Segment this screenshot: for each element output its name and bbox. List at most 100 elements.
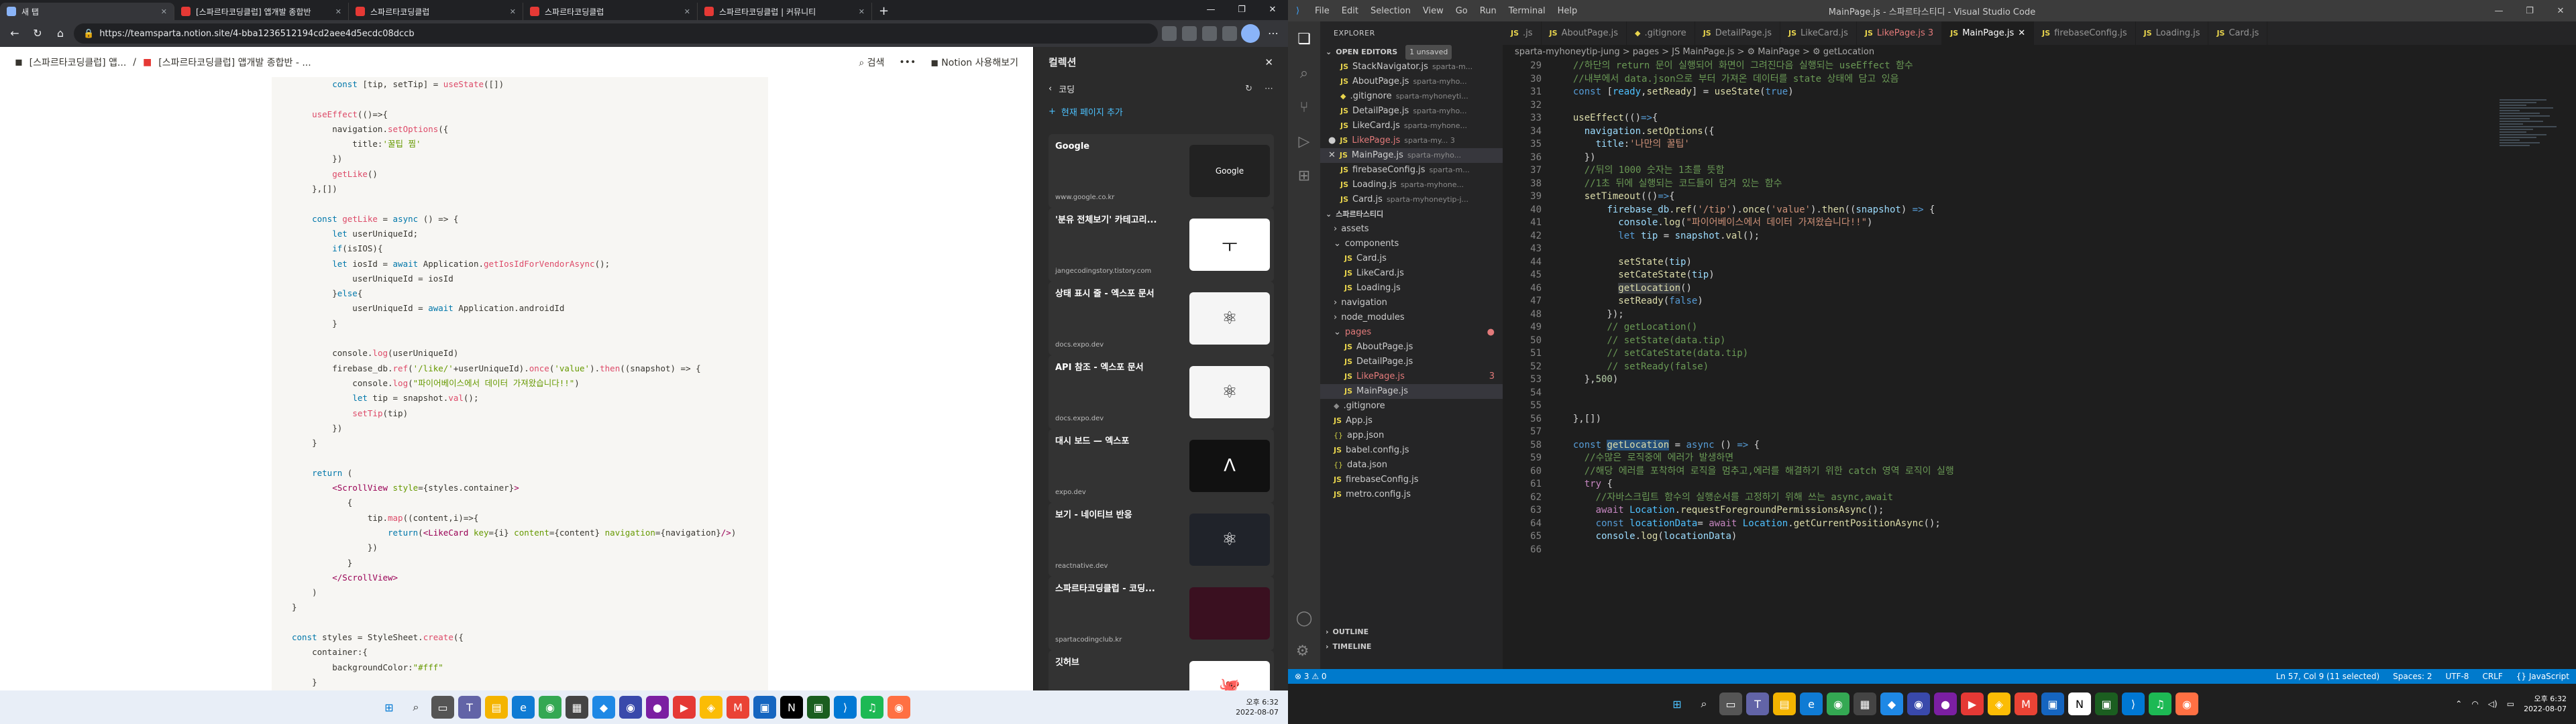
app-icon[interactable]: ▣ — [807, 696, 830, 719]
app-icon[interactable]: ◆ — [592, 696, 615, 719]
tree-item[interactable]: JS babel.config.js — [1320, 443, 1503, 458]
open-editors-section[interactable]: ⌄ OPEN EDITORS 1 unsaved — [1320, 45, 1503, 60]
status-item[interactable]: {} JavaScript — [2516, 672, 2569, 681]
vscode-icon[interactable]: ⟩ — [2122, 692, 2145, 715]
notion-icon[interactable]: N — [780, 696, 803, 719]
close-icon[interactable]: ✕ — [1328, 148, 1336, 163]
tree-item[interactable]: JS metro.config.js — [1320, 487, 1503, 502]
editor-tab[interactable]: JS .js — [1503, 21, 1542, 45]
maps-icon[interactable]: ◈ — [700, 696, 722, 719]
tree-item[interactable]: JS LikePage.js 3 — [1320, 369, 1503, 384]
collection-item[interactable]: 상태 표시 줄 - 엑스포 문서 docs.expo.dev ⚛ — [1049, 282, 1274, 355]
restore-icon[interactable]: ❐ — [1226, 0, 1257, 20]
tree-item[interactable]: {} app.json — [1320, 428, 1503, 443]
run-debug-icon[interactable]: ▷ — [1299, 133, 1310, 150]
extension-icon[interactable] — [1162, 26, 1177, 41]
minimize-icon[interactable]: — — [2483, 6, 2514, 16]
minimize-icon[interactable]: — — [1195, 0, 1226, 20]
editor-tab[interactable]: JS LikePage.js 3 — [1857, 21, 1943, 45]
app-icon[interactable]: ● — [646, 696, 669, 719]
open-editor-item[interactable]: JS Loading.js sparta-myhone... — [1320, 178, 1503, 192]
gmail-icon[interactable]: M — [727, 696, 749, 719]
tree-item[interactable]: JS firebaseConfig.js — [1320, 473, 1503, 487]
menu-item[interactable]: Run — [1480, 6, 1497, 16]
tree-item[interactable]: › assets — [1320, 222, 1503, 237]
browser-tab[interactable]: 스파르타코딩클럽 ✕ — [523, 3, 698, 20]
address-bar[interactable]: 🔒 https://teamsparta.notion.site/4-bba123… — [74, 23, 1158, 44]
breadcrumb[interactable]: [스파르타코딩클럽] 앱개발 종합반 - ... — [158, 56, 311, 69]
collection-item[interactable]: API 참조 - 엑스포 문서 docs.expo.dev ⚛ — [1049, 355, 1274, 429]
add-current-page-button[interactable]: + 현재 페이지 추가 — [1034, 101, 1288, 122]
open-editor-item[interactable]: ● JS LikePage.js sparta-my... 3 — [1320, 133, 1503, 148]
close-icon[interactable]: ✕ — [859, 7, 865, 16]
search-button[interactable]: ⌕ 검색 — [859, 56, 884, 69]
tree-item[interactable]: ⌄ pages ● — [1320, 325, 1503, 340]
status-item[interactable]: CRLF — [2482, 672, 2502, 681]
outline-section[interactable]: › OUTLINE — [1320, 625, 1503, 640]
open-editor-item[interactable]: JS firebaseConfig.js sparta-m... — [1320, 163, 1503, 178]
open-editor-item[interactable]: JS DetailPage.js sparta-myho... — [1320, 104, 1503, 119]
extension-icon[interactable] — [1182, 26, 1197, 41]
status-item[interactable]: Ln 57, Col 9 (11 selected) — [2276, 672, 2379, 681]
chrome-icon[interactable]: ◉ — [1827, 692, 1849, 715]
start-icon[interactable]: ⊞ — [378, 696, 400, 719]
back-icon[interactable]: ← — [5, 24, 24, 43]
tree-item[interactable]: › node_modules — [1320, 310, 1503, 325]
browser-tab[interactable]: 스파르타코딩클럽 ✕ — [349, 3, 523, 20]
search-icon[interactable]: ⌕ — [405, 696, 427, 719]
minimap[interactable] — [2500, 98, 2567, 299]
favorites-icon[interactable] — [1202, 26, 1217, 41]
edge-icon[interactable]: e — [512, 696, 535, 719]
youtube-icon[interactable]: ▶ — [1961, 692, 1984, 715]
volume-icon[interactable]: ◁) — [2488, 699, 2498, 709]
browser-tab[interactable]: 새 탭 ✕ — [0, 3, 174, 20]
edge-icon[interactable]: e — [1800, 692, 1823, 715]
close-icon[interactable]: ✕ — [684, 7, 690, 16]
problems-indicator[interactable]: ⊗ 3 ⚠ 0 — [1295, 672, 1327, 681]
close-icon[interactable]: ✕ — [2018, 28, 2025, 38]
close-window-icon[interactable]: ✕ — [2545, 6, 2576, 16]
editor-tab[interactable]: JS AboutPage.js — [1542, 21, 1627, 45]
source-control-icon[interactable]: ⑂ — [1299, 99, 1308, 116]
app-icon[interactable]: ● — [1934, 692, 1957, 715]
close-icon[interactable]: ✕ — [161, 7, 167, 16]
menu-item[interactable]: Terminal — [1509, 6, 1546, 16]
youtube-icon[interactable]: ▶ — [673, 696, 696, 719]
menu-item[interactable]: Help — [1558, 6, 1578, 16]
more-icon[interactable]: ⋯ — [1265, 84, 1273, 94]
collections-icon[interactable] — [1222, 26, 1237, 41]
restore-icon[interactable]: ❐ — [2514, 6, 2545, 16]
open-editor-item[interactable]: ◆ .gitignore sparta-myhoneyti... — [1320, 89, 1503, 104]
chrome-icon[interactable]: ◉ — [539, 696, 561, 719]
teams-icon[interactable]: T — [1746, 692, 1769, 715]
spotify-icon[interactable]: ♫ — [861, 696, 883, 719]
collection-item[interactable]: '분유 전체보기' 카테고리... jangecodingstory.tistor… — [1049, 208, 1274, 282]
tree-item[interactable]: JS Loading.js — [1320, 281, 1503, 296]
taskview-icon[interactable]: ▭ — [431, 696, 454, 719]
extensions-icon[interactable]: ⊞ — [1298, 168, 1310, 184]
close-icon[interactable]: ✕ — [510, 7, 516, 16]
maps-icon[interactable]: ◈ — [1988, 692, 2010, 715]
close-window-icon[interactable]: ✕ — [1257, 0, 1288, 20]
editor-tab[interactable]: JS Loading.js — [2136, 21, 2209, 45]
account-icon[interactable]: ◯ — [1296, 610, 1313, 627]
search-icon[interactable]: ⌕ — [1693, 692, 1715, 715]
open-editor-item[interactable]: JS LikeCard.js sparta-myhone... — [1320, 119, 1503, 133]
collection-item[interactable]: 스파르타코딩클럽 - 코딩... spartacodingclub.kr — [1049, 577, 1274, 650]
notion-icon[interactable]: N — [2068, 692, 2091, 715]
browser-tab[interactable]: [스파르타코딩클럽] 앱개발 종합반 ✕ — [174, 3, 349, 20]
app-icon[interactable]: ◉ — [1907, 692, 1930, 715]
explorer-icon[interactable]: ❏ — [1297, 31, 1311, 48]
collection-item[interactable]: 대시 보드 — 엑스포 expo.dev Λ — [1049, 429, 1274, 503]
new-tab-button[interactable]: + — [872, 3, 896, 20]
app-icon[interactable]: ◉ — [888, 696, 910, 719]
tree-item[interactable]: JS App.js — [1320, 414, 1503, 428]
app-icon[interactable]: ◉ — [619, 696, 642, 719]
app-icon[interactable]: ▣ — [2041, 692, 2064, 715]
breadcrumb[interactable]: [스파르타코딩클럽] 앱... — [30, 56, 127, 69]
editor-tab[interactable]: JS LikeCard.js — [1780, 21, 1857, 45]
chevron-up-icon[interactable]: ⌃ — [2455, 699, 2462, 709]
timeline-section[interactable]: › TIMELINE — [1320, 640, 1503, 654]
more-icon[interactable]: ⋯ — [1264, 24, 1283, 43]
editor-tab[interactable]: ◆ .gitignore — [1627, 21, 1695, 45]
